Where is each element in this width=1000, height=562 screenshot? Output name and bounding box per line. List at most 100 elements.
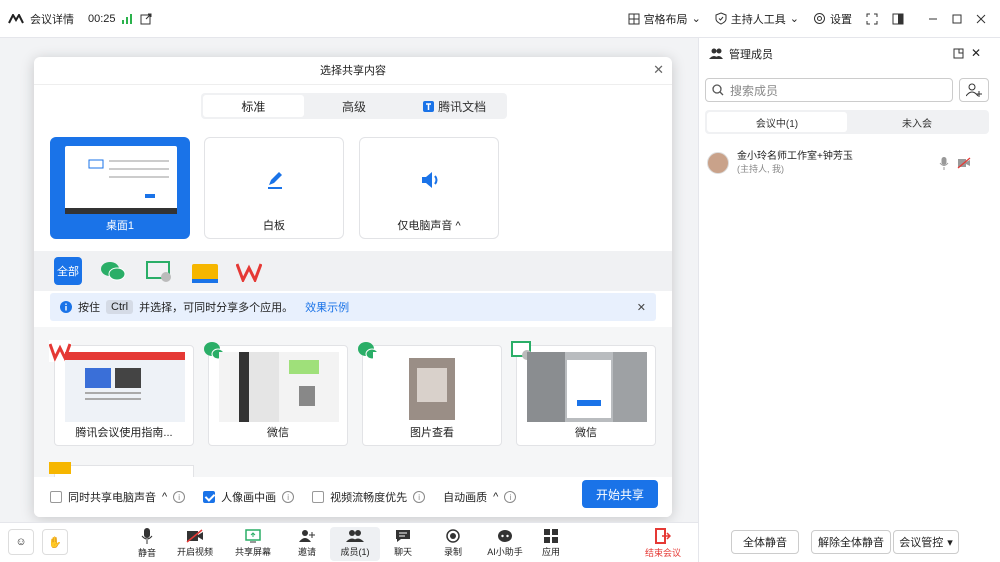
tab-advanced[interactable]: 高级: [304, 95, 405, 117]
share-desktop-card[interactable]: 桌面1: [50, 137, 190, 239]
member-search-input[interactable]: 搜索成员: [705, 78, 953, 102]
app-window-list: 腾讯会议使用指南... 微信 图片查看 微信: [34, 327, 672, 477]
title-bar: 会议详情 00:25 宫格布局 ⌄ 主持人工具 ⌄ 设置: [0, 0, 1000, 38]
app-window-image-viewer[interactable]: 图片查看: [358, 342, 502, 446]
meeting-control-label: 会议管控: [899, 537, 944, 549]
chat-button[interactable]: 聊天: [378, 527, 428, 558]
close-icon[interactable]: [976, 14, 986, 24]
sidebar-toggle-icon[interactable]: [892, 13, 904, 25]
dialog-title: 选择共享内容: [34, 57, 672, 85]
notice-close-icon[interactable]: ✕: [637, 301, 646, 314]
member-row[interactable]: 金小玲名师工作室+钟芳玉 (主持人, 我): [707, 148, 991, 178]
mute-label: 静音: [137, 548, 156, 558]
info-icon: [60, 301, 72, 313]
avatar: [707, 152, 729, 174]
apps-button[interactable]: 应用: [526, 527, 576, 558]
panel-close-icon[interactable]: ✕: [971, 46, 981, 60]
add-user-icon: [966, 83, 982, 97]
search-icon: [712, 84, 724, 96]
meeting-details-link[interactable]: 会议详情: [30, 11, 74, 27]
chevron-down-icon: ⌄: [789, 13, 799, 25]
mute-all-button[interactable]: 全体静音: [731, 530, 799, 554]
share-content-dialog: 选择共享内容 ✕ 标准 高级 腾讯文档 桌面1 白板 仅电脑声音 ^ 全部 按住…: [34, 57, 672, 517]
share-screen-label: 共享屏幕: [234, 547, 271, 557]
share-audio-card[interactable]: 仅电脑声音 ^: [359, 137, 499, 239]
app-window-folder[interactable]: [49, 462, 194, 477]
settings-label: 设置: [830, 13, 852, 26]
popout-icon[interactable]: [140, 13, 152, 25]
grid-layout-button[interactable]: 宫格布局 ⌄: [628, 11, 701, 27]
image-viewer-thumbnail: [373, 352, 493, 422]
desktop-label: 桌面1: [105, 220, 135, 232]
share-screen-button[interactable]: 共享屏幕: [228, 527, 278, 558]
ai-assistant-label: AI小助手: [487, 547, 523, 557]
folder-filter-icon[interactable]: [192, 261, 218, 283]
members-icon: [709, 48, 723, 60]
wechat-filter-icon[interactable]: [100, 260, 126, 282]
auto-quality-label[interactable]: 自动画质: [443, 489, 487, 505]
mute-button[interactable]: 静音: [122, 527, 172, 559]
popout-panel-icon[interactable]: [953, 48, 964, 59]
maximize-icon[interactable]: [952, 14, 962, 24]
ctrl-key-badge: Ctrl: [106, 300, 134, 314]
members-button[interactable]: 成员(1): [330, 527, 380, 561]
help-icon[interactable]: i: [282, 491, 295, 503]
smooth-checkbox[interactable]: [312, 491, 325, 503]
record-label: 录制: [443, 547, 462, 557]
chevron-up-icon[interactable]: ^: [455, 220, 460, 232]
mute-all-label: 全体静音: [743, 537, 787, 549]
filter-all-button[interactable]: 全部: [54, 257, 82, 285]
ai-assistant-button[interactable]: AI小助手: [480, 527, 530, 558]
help-icon[interactable]: i: [173, 491, 186, 503]
share-audio-checkbox[interactable]: [50, 491, 62, 503]
tab-in-meeting-label: 会议中(1): [755, 118, 799, 130]
invite-button[interactable]: 邀请: [282, 527, 332, 558]
fullscreen-icon[interactable]: [866, 13, 878, 25]
app-window-tencent-guide[interactable]: 腾讯会议使用指南...: [48, 340, 194, 446]
tab-not-joined-label: 未入会: [902, 118, 932, 130]
ai-assistant-icon: [497, 527, 513, 545]
chevron-up-icon[interactable]: ^: [493, 491, 498, 503]
audio-card-label: 仅电脑声音 ^: [360, 217, 498, 233]
app-window-wechat-1[interactable]: 微信: [204, 342, 348, 446]
share-whiteboard-card[interactable]: 白板: [204, 137, 344, 239]
record-icon: [446, 527, 460, 545]
chevron-up-icon[interactable]: ^: [162, 491, 167, 503]
tab-tencent-docs[interactable]: 腾讯文档: [404, 95, 505, 117]
members-icon: [346, 527, 364, 545]
tab-not-joined[interactable]: 未入会: [847, 112, 987, 132]
share-options: 同时共享电脑声音 ^ i 人像画中画 i 视频流畅度优先 i 自动画质 ^ i: [34, 477, 672, 517]
meeting-duration: 00:25: [88, 12, 116, 25]
settings-button[interactable]: 设置: [813, 11, 852, 27]
apps-label: 应用: [541, 547, 560, 557]
unmute-all-button[interactable]: 解除全体静音: [811, 530, 891, 554]
notice-prefix: 按住: [78, 302, 100, 314]
search-placeholder: 搜索成员: [730, 83, 779, 98]
chat-icon: [395, 527, 411, 545]
minimize-icon[interactable]: [928, 14, 938, 24]
start-share-button[interactable]: 开始共享: [582, 480, 658, 508]
member-panel: 管理成员 ✕ 搜索成员 会议中(1) 未入会 金小玲名师工作室+钟芳玉 (主持人…: [698, 38, 1000, 562]
pip-checkbox[interactable]: [203, 491, 216, 503]
host-tools-button[interactable]: 主持人工具 ⌄: [715, 11, 799, 27]
help-icon[interactable]: i: [504, 491, 517, 503]
app-window-wechat-2[interactable]: 微信: [511, 341, 656, 446]
start-video-button[interactable]: 开启视频: [170, 527, 220, 558]
tab-standard[interactable]: 标准: [203, 95, 304, 117]
tencent-docs-icon: [423, 100, 435, 112]
wps-filter-icon[interactable]: [236, 262, 262, 282]
tab-in-meeting[interactable]: 会议中(1): [707, 112, 847, 132]
invite-member-button[interactable]: [959, 78, 989, 102]
pencil-icon: [265, 170, 285, 190]
record-button[interactable]: 录制: [428, 527, 478, 558]
start-share-label: 开始共享: [595, 487, 644, 502]
end-meeting-button[interactable]: 结束会议: [638, 527, 688, 559]
emoji-button[interactable]: ☺: [8, 529, 34, 555]
example-link[interactable]: 效果示例: [305, 299, 349, 315]
pip-label: 人像画中画: [221, 492, 277, 504]
help-icon[interactable]: i: [413, 491, 426, 503]
dialog-close-icon[interactable]: ✕: [653, 62, 664, 78]
screen-window-filter-icon[interactable]: [146, 260, 172, 282]
meeting-control-button[interactable]: 会议管控 ▾: [893, 530, 959, 554]
raise-hand-button[interactable]: ✋: [42, 529, 68, 555]
